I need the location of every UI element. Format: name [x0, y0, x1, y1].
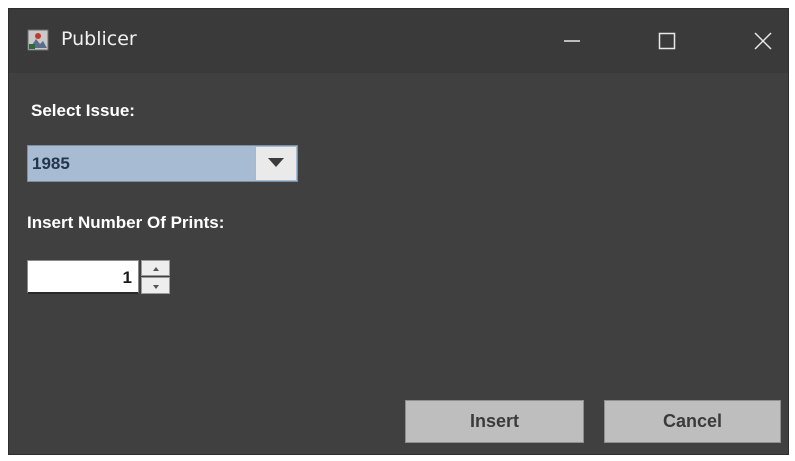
- issue-select-value: 1985: [32, 154, 70, 173]
- dialog-window: Publicer Select Issue: 1985 Insert Numbe…: [8, 8, 789, 455]
- chevron-down-icon: [267, 155, 285, 173]
- window-title: Publicer: [61, 28, 137, 50]
- spinner-down-button[interactable]: [141, 277, 170, 294]
- arrow-up-icon: [152, 259, 160, 277]
- prints-spinner: 1: [27, 260, 170, 294]
- app-icon: [27, 29, 49, 51]
- prints-input[interactable]: 1: [27, 260, 139, 294]
- close-button[interactable]: [733, 9, 788, 73]
- select-issue-label: Select Issue:: [31, 101, 135, 120]
- title-bar[interactable]: Publicer: [9, 9, 788, 73]
- number-of-prints-label: Insert Number Of Prints:: [27, 213, 225, 232]
- issue-select-dropdown-button[interactable]: [255, 147, 296, 180]
- minimize-button[interactable]: [542, 9, 602, 73]
- minimize-icon: [562, 31, 582, 51]
- spinner-up-button[interactable]: [141, 260, 170, 276]
- arrow-down-icon: [152, 277, 160, 295]
- cancel-button[interactable]: Cancel: [604, 400, 781, 443]
- prints-input-value: 1: [122, 268, 132, 287]
- close-icon: [753, 31, 773, 51]
- issue-select[interactable]: 1985: [27, 145, 298, 182]
- maximize-button[interactable]: [637, 9, 697, 73]
- maximize-icon: [657, 31, 677, 51]
- insert-button[interactable]: Insert: [405, 400, 584, 443]
